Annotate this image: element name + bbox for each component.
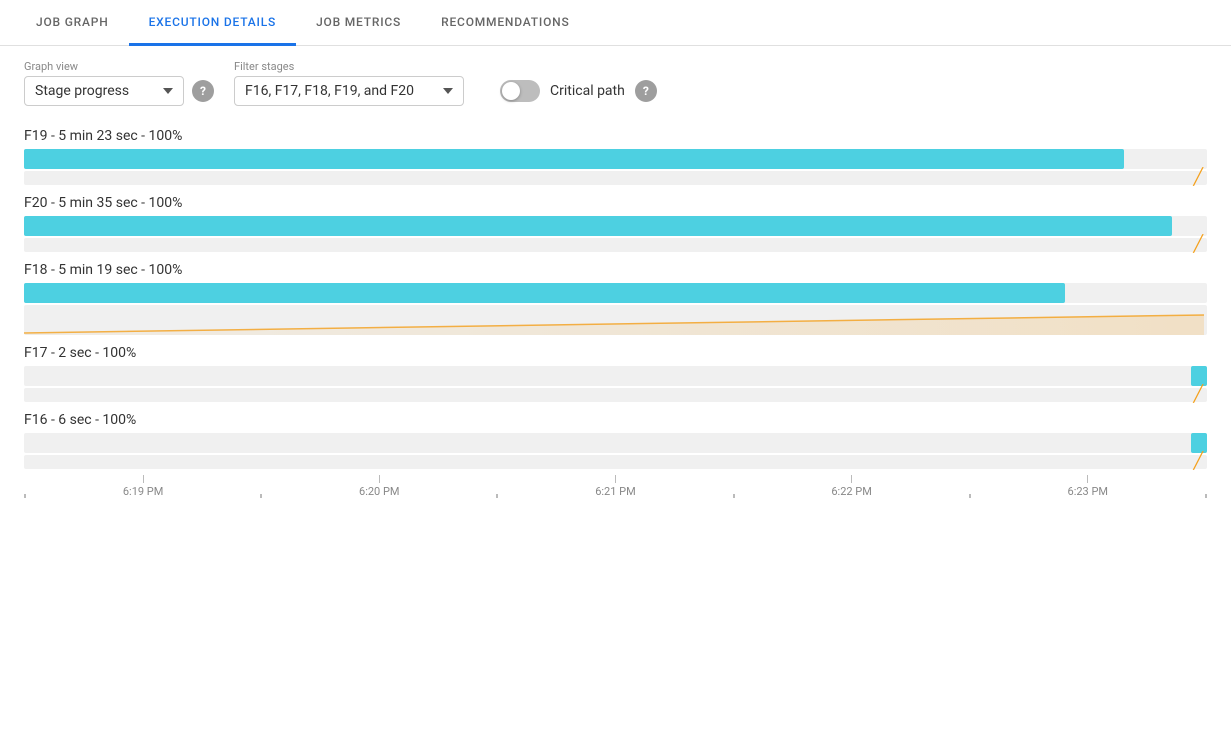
time-tick-minor-4	[733, 494, 735, 498]
tab-recommendations[interactable]: RECOMMENDATIONS	[421, 1, 589, 46]
stage-f19: F19 - 5 min 23 sec - 100% ╱	[24, 120, 1207, 185]
stage-f16: F16 - 6 sec - 100% ╱	[24, 404, 1207, 469]
time-label-621: 6:21 PM	[595, 485, 635, 498]
time-axis-ticks: 6:19 PM 6:20 PM 6:21 PM 6:22 PM 6:23 PM	[24, 475, 1207, 500]
controls-bar: Graph view Stage progress ? Filter stage…	[0, 46, 1231, 120]
filter-stages-label: Filter stages	[234, 60, 464, 73]
time-label-622: 6:22 PM	[831, 485, 871, 498]
stage-f20: F20 - 5 min 35 sec - 100% ╱	[24, 187, 1207, 252]
tab-job-metrics[interactable]: JOB METRICS	[296, 1, 421, 46]
filter-stages-value: F16, F17, F18, F19, and F20	[245, 83, 435, 99]
stage-f16-bar-container	[24, 433, 1207, 453]
stage-f20-label: F20 - 5 min 35 sec - 100%	[24, 187, 1207, 216]
time-tick-minor-1	[24, 494, 26, 498]
time-tick-major-619: 6:19 PM	[123, 475, 163, 498]
stage-f19-tick: ╱	[1193, 169, 1203, 185]
stage-f17-underbar: ╱	[24, 388, 1207, 402]
tab-job-graph[interactable]: JOB GRAPH	[16, 1, 129, 46]
stage-f19-bar-container	[24, 149, 1207, 169]
graph-view-label: Graph view	[24, 60, 214, 73]
stage-f18: F18 - 5 min 19 sec - 100%	[24, 254, 1207, 335]
stage-f17-label: F17 - 2 sec - 100%	[24, 337, 1207, 366]
stage-f17-bar-container	[24, 366, 1207, 386]
stage-f20-bar-container	[24, 216, 1207, 236]
stage-f20-tick: ╱	[1193, 236, 1203, 252]
stage-f19-label: F19 - 5 min 23 sec - 100%	[24, 120, 1207, 149]
time-tick-minor-6	[1205, 494, 1207, 498]
critical-path-toggle[interactable]	[500, 80, 540, 102]
graph-view-select[interactable]: Stage progress	[24, 76, 184, 106]
critical-path-group: Critical path ?	[500, 80, 657, 106]
graph-view-value: Stage progress	[35, 83, 155, 99]
stage-f20-progress-bar	[24, 216, 1172, 236]
stage-f18-orange-area	[24, 305, 1207, 335]
stage-f18-bar-container	[24, 283, 1207, 303]
stage-f16-tick: ╱	[1193, 453, 1203, 469]
critical-path-label: Critical path	[550, 83, 625, 99]
graph-view-group: Graph view Stage progress ?	[24, 60, 214, 106]
tab-execution-details[interactable]: EXECUTION DETAILS	[129, 1, 297, 46]
chevron-down-icon	[163, 88, 173, 94]
time-label-623: 6:23 PM	[1068, 485, 1108, 498]
time-axis: 6:19 PM 6:20 PM 6:21 PM 6:22 PM 6:23 PM	[24, 475, 1207, 500]
stage-f17: F17 - 2 sec - 100% ╱	[24, 337, 1207, 402]
time-label-619: 6:19 PM	[123, 485, 163, 498]
time-tick-minor-2	[260, 494, 262, 498]
filter-stages-select[interactable]: F16, F17, F18, F19, and F20	[234, 76, 464, 106]
stage-f19-underbar: ╱	[24, 171, 1207, 185]
time-tick-minor-3	[496, 494, 498, 498]
time-tick-major-622: 6:22 PM	[831, 475, 871, 498]
stage-f17-small-bar	[1191, 366, 1207, 386]
stage-f16-small-bar	[1191, 433, 1207, 453]
stage-f16-label: F16 - 6 sec - 100%	[24, 404, 1207, 433]
critical-path-help-icon[interactable]: ?	[635, 80, 657, 102]
time-tick-major-620: 6:20 PM	[359, 475, 399, 498]
tabs-bar: JOB GRAPH EXECUTION DETAILS JOB METRICS …	[0, 0, 1231, 46]
time-tick-major-621: 6:21 PM	[595, 475, 635, 498]
graph-view-help-icon[interactable]: ?	[192, 80, 214, 102]
time-tick-minor-5	[969, 494, 971, 498]
chart-area: F19 - 5 min 23 sec - 100% ╱ F20 - 5 min …	[0, 120, 1231, 500]
stage-f18-label: F18 - 5 min 19 sec - 100%	[24, 254, 1207, 283]
toggle-knob	[502, 82, 520, 100]
time-tick-major-623: 6:23 PM	[1068, 475, 1108, 498]
time-label-620: 6:20 PM	[359, 485, 399, 498]
filter-chevron-down-icon	[443, 88, 453, 94]
stage-f19-progress-bar	[24, 149, 1124, 169]
stage-f16-underbar: ╱	[24, 455, 1207, 469]
stage-f18-orange-line	[24, 305, 1207, 335]
stage-f18-progress-bar	[24, 283, 1065, 303]
stage-f20-underbar: ╱	[24, 238, 1207, 252]
stage-f17-tick: ╱	[1193, 386, 1203, 402]
filter-stages-group: Filter stages F16, F17, F18, F19, and F2…	[234, 60, 464, 106]
